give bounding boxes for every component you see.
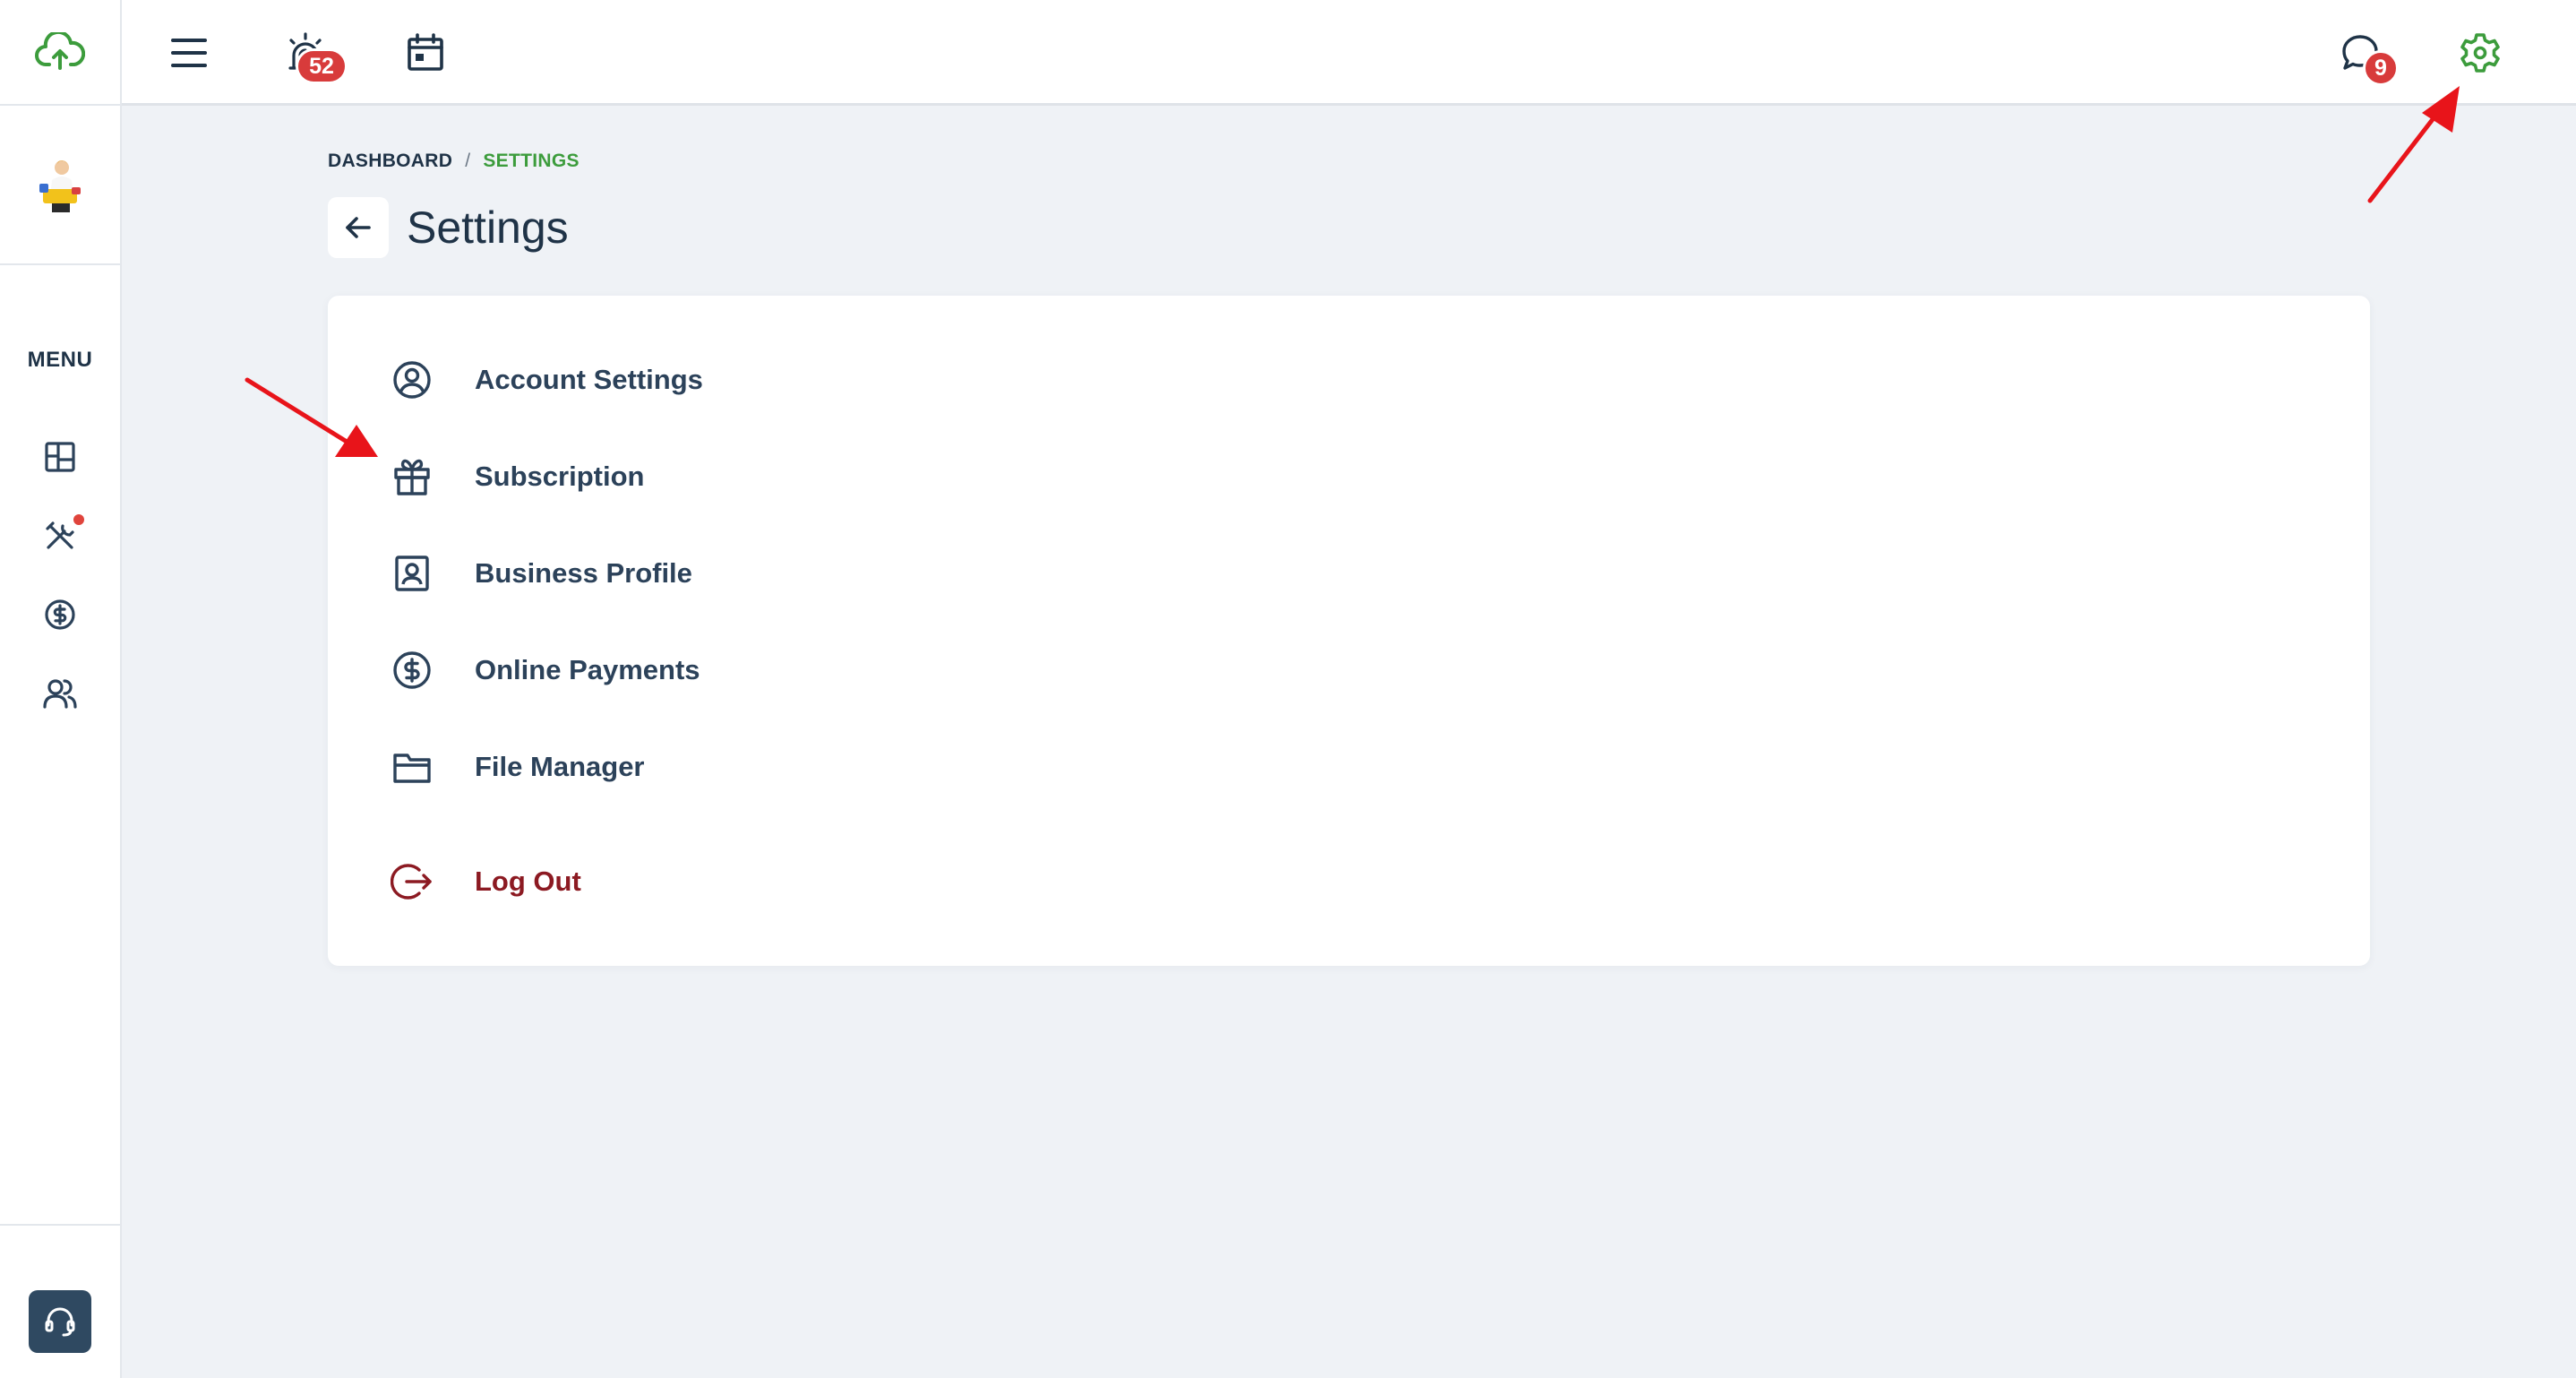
calendar-icon [408, 33, 443, 71]
user-circle-icon [389, 357, 435, 403]
logout-label: Log Out [475, 866, 581, 897]
cloud-upload-icon [35, 32, 85, 70]
logout-button[interactable]: Log Out [389, 846, 581, 917]
topbar: 52 9 [122, 0, 2576, 106]
settings-item-label: Subscription [475, 461, 645, 492]
sidebar: MENU [0, 0, 122, 1378]
folder-icon [389, 744, 435, 790]
gear-icon [2460, 33, 2500, 73]
avatar-image [39, 160, 81, 212]
sidebar-nav [0, 418, 120, 733]
breadcrumb: DASHBOARD / SETTINGS [328, 151, 580, 172]
users-icon [43, 679, 77, 709]
headset-icon [45, 1307, 75, 1337]
logout-icon [389, 858, 435, 905]
dashboard-grid-icon [45, 442, 75, 472]
support-button[interactable] [29, 1290, 91, 1353]
back-button[interactable] [328, 197, 389, 258]
user-avatar[interactable] [0, 108, 120, 265]
messages-badge: 9 [2363, 50, 2399, 86]
alerts-button[interactable]: 52 [274, 22, 348, 84]
dollar-circle-icon [389, 647, 435, 693]
settings-item-online-payments[interactable]: Online Payments [389, 634, 700, 706]
messages-button[interactable]: 9 [2329, 22, 2399, 86]
breadcrumb-separator: / [465, 151, 471, 171]
sidebar-item-tools[interactable] [0, 496, 120, 575]
calendar-button[interactable] [394, 22, 457, 84]
sidebar-item-payments[interactable] [0, 575, 120, 654]
settings-item-subscription[interactable]: Subscription [389, 441, 644, 512]
breadcrumb-current: SETTINGS [483, 151, 580, 171]
settings-item-account[interactable]: Account Settings [389, 344, 703, 416]
settings-item-label: File Manager [475, 751, 645, 782]
hamburger-menu-button[interactable] [158, 22, 220, 84]
settings-button[interactable] [2449, 22, 2512, 84]
sidebar-item-dashboard[interactable] [0, 418, 120, 496]
sidebar-item-clients[interactable] [0, 654, 120, 733]
tools-icon [46, 521, 74, 549]
dollar-circle-icon [45, 599, 75, 630]
settings-item-file-manager[interactable]: File Manager [389, 731, 645, 803]
settings-item-label: Online Payments [475, 654, 700, 685]
settings-card: Account Settings Subscription Business P… [328, 296, 2370, 966]
notification-dot [73, 514, 84, 525]
settings-item-label: Account Settings [475, 364, 703, 395]
arrow-left-icon [346, 217, 371, 238]
breadcrumb-dashboard-link[interactable]: DASHBOARD [328, 151, 452, 172]
sidebar-footer [0, 1224, 120, 1378]
id-badge-icon [389, 550, 435, 597]
app-logo[interactable] [0, 0, 120, 106]
settings-item-business-profile[interactable]: Business Profile [389, 538, 692, 609]
settings-item-label: Business Profile [475, 557, 692, 589]
hamburger-icon [171, 39, 207, 67]
alerts-badge: 52 [296, 48, 348, 84]
gift-icon [389, 453, 435, 500]
page-title: Settings [407, 202, 569, 253]
menu-label: MENU [27, 348, 93, 372]
